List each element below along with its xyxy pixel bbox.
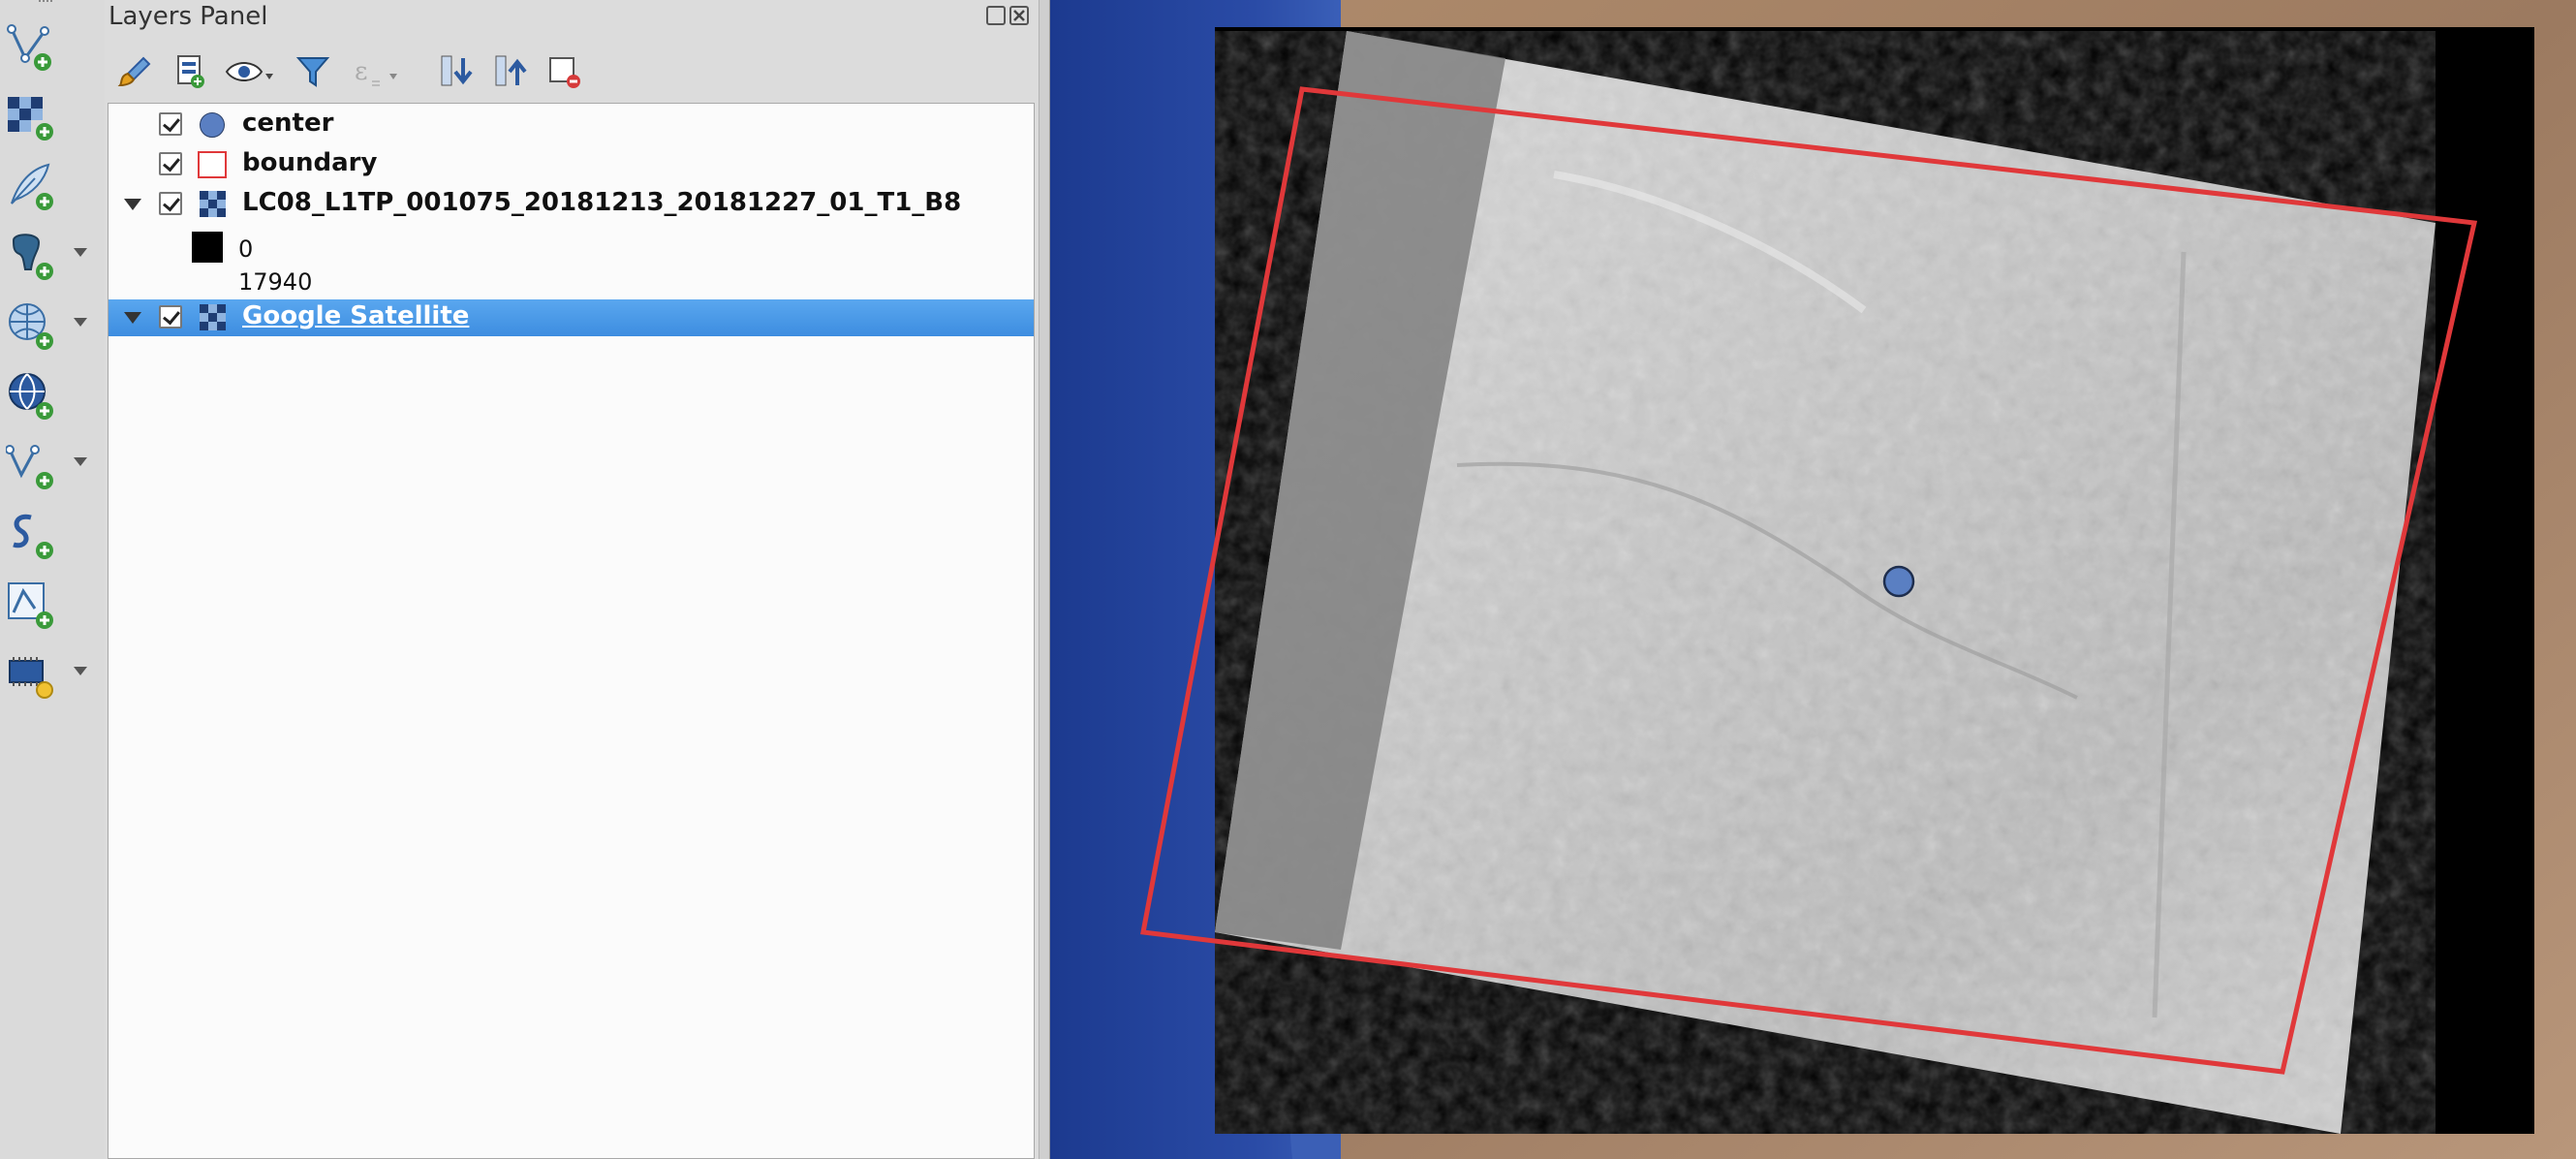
layer-row-boundary[interactable]: boundary xyxy=(109,146,1034,183)
vector-tile-layer-button[interactable] xyxy=(0,572,105,634)
layer-name: Google Satellite xyxy=(242,301,470,330)
new-vector-layer-icon xyxy=(7,24,51,71)
legend-min-label: 0 xyxy=(238,235,254,263)
svg-text:ε: ε xyxy=(355,57,367,86)
new-vector-layer-button[interactable] xyxy=(0,14,105,76)
layer-row-google-satellite[interactable]: Google Satellite xyxy=(109,299,1034,336)
add-group-button[interactable] xyxy=(171,52,209,91)
chevron-down-icon[interactable] xyxy=(74,318,87,327)
spatialite-layer-icon xyxy=(13,514,53,559)
layer-row-landsat-b8[interactable]: LC08_L1TP_001075_20181213_20181227_01_T1… xyxy=(109,186,1034,223)
filter-by-expression-button[interactable]: ε xyxy=(349,52,403,91)
filter-legend-button[interactable] xyxy=(295,52,333,91)
polygon-symbol-icon xyxy=(198,151,227,178)
filter-funnel-icon xyxy=(295,57,330,87)
raster-layer-icon xyxy=(200,191,226,217)
wms-layer-icon xyxy=(9,303,53,350)
digitize-layer-button[interactable] xyxy=(0,153,105,215)
manage-visibility-button[interactable] xyxy=(225,52,279,91)
style-manager-button[interactable] xyxy=(116,52,155,91)
layer-row-center[interactable]: center xyxy=(109,107,1034,143)
remove-layer-icon xyxy=(549,57,580,88)
virtual-layer-icon xyxy=(6,445,53,489)
add-group-icon xyxy=(177,55,204,88)
expand-all-icon xyxy=(441,55,473,86)
legend-black-swatch xyxy=(192,232,223,263)
layers-panel: Layers Panel ε center boundary LC08_L1TP… xyxy=(105,0,1039,1159)
chevron-down-icon[interactable] xyxy=(74,248,87,257)
center-point xyxy=(1882,565,1915,598)
new-raster-layer-icon xyxy=(8,97,53,141)
map-render xyxy=(1050,0,2576,1159)
digitize-feather-icon xyxy=(11,163,53,210)
processing-chip-icon xyxy=(9,657,53,699)
remove-layer-button[interactable] xyxy=(546,52,585,91)
layer-tree: center boundary LC08_L1TP_001075_2018121… xyxy=(108,103,1035,1159)
legend-item-min: 0 xyxy=(109,228,1034,265)
float-panel-button[interactable] xyxy=(986,6,1006,25)
expression-filter-icon: ε xyxy=(355,57,397,86)
expand-all-button[interactable] xyxy=(438,52,477,91)
virtual-layer-button[interactable] xyxy=(0,432,105,494)
raster-layer-icon xyxy=(200,304,226,330)
close-icon xyxy=(1013,10,1025,21)
collapse-all-icon xyxy=(495,55,527,86)
layer-name: center xyxy=(242,109,334,138)
postgis-layer-button[interactable] xyxy=(0,223,105,285)
visibility-eye-icon xyxy=(225,62,273,81)
layer-visibility-checkbox[interactable] xyxy=(159,305,182,329)
expand-triangle-icon[interactable] xyxy=(124,199,141,210)
style-brush-icon xyxy=(117,56,151,87)
layers-toolbar: ε xyxy=(105,45,1039,99)
processing-layer-button[interactable] xyxy=(0,642,105,704)
legend-max-label: 17940 xyxy=(238,268,313,296)
chevron-down-icon[interactable] xyxy=(74,667,87,675)
spatialite-layer-button[interactable] xyxy=(0,502,105,564)
layer-name: LC08_L1TP_001075_20181213_20181227_01_T1… xyxy=(242,188,962,217)
collapse-all-button[interactable] xyxy=(492,52,531,91)
wfs-globe-layer-icon xyxy=(9,373,53,420)
layer-visibility-checkbox[interactable] xyxy=(159,192,182,215)
layer-visibility-checkbox[interactable] xyxy=(159,152,182,175)
panel-title: Layers Panel xyxy=(109,2,268,31)
expand-triangle-icon[interactable] xyxy=(124,312,141,324)
map-canvas[interactable] xyxy=(1050,0,2576,1159)
close-panel-button[interactable] xyxy=(1009,6,1029,25)
vector-tile-icon xyxy=(8,582,53,629)
toolbar-grip[interactable] xyxy=(39,0,52,8)
point-symbol-icon xyxy=(200,112,225,138)
chevron-down-icon[interactable] xyxy=(74,457,87,466)
layer-name: boundary xyxy=(242,148,378,177)
legend-item-max: 17940 xyxy=(109,265,1034,301)
layer-visibility-checkbox[interactable] xyxy=(159,112,182,136)
postgis-layer-icon xyxy=(12,234,53,280)
panel-splitter[interactable] xyxy=(1039,0,1050,1159)
new-raster-layer-button[interactable] xyxy=(0,83,105,145)
data-source-toolbar xyxy=(0,0,106,1159)
wms-layer-button[interactable] xyxy=(0,293,105,355)
wfs-layer-button[interactable] xyxy=(0,362,105,424)
